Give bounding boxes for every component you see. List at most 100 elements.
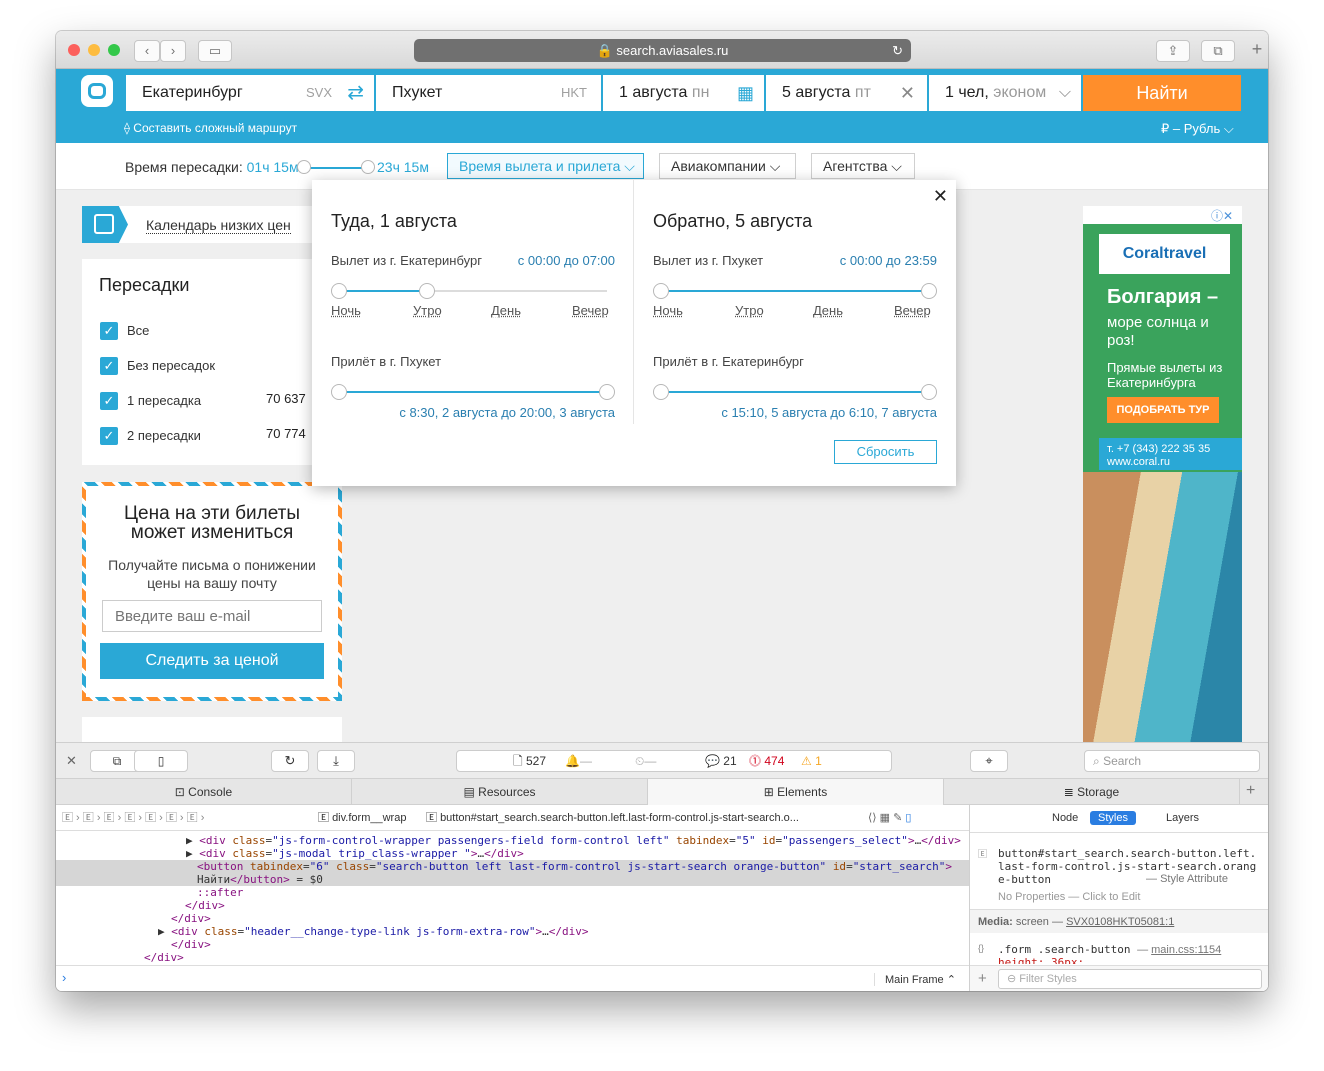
resources-tab[interactable]: ▤ Resources bbox=[352, 779, 648, 805]
crosshair-icon[interactable]: ⌖ bbox=[970, 750, 1008, 772]
resources-counter[interactable]: 🗋 527 bbox=[513, 751, 546, 771]
checkbox[interactable]: ✓ bbox=[100, 322, 118, 340]
rule-source[interactable]: main.css:1154 bbox=[1151, 944, 1221, 956]
frame-select[interactable]: Main Frame ⌃ bbox=[874, 973, 956, 986]
sidebar-toggle-icon[interactable]: ▭ bbox=[198, 40, 232, 62]
breadcrumb-div[interactable]: 🄴 div.form__wrap bbox=[318, 805, 406, 830]
forward-icon[interactable]: › bbox=[160, 40, 186, 62]
departure-time-filter-label: Время вылета и прилета bbox=[459, 158, 621, 174]
ad-cta-button[interactable]: ПОДОБРАТЬ ТУР bbox=[1107, 397, 1219, 423]
origin-field[interactable]: Екатеринбург SVX ⇄ bbox=[126, 75, 374, 111]
swap-icon[interactable]: ⇄ bbox=[347, 75, 364, 111]
close-inspector-icon[interactable]: ✕ bbox=[66, 753, 77, 769]
search-placeholder: Search bbox=[1103, 754, 1142, 768]
css-rule[interactable]: .form .search-button — main.css:1154 bbox=[998, 943, 1221, 957]
departure-max-handle[interactable] bbox=[419, 283, 436, 299]
no-properties-label[interactable]: No Properties — Click to Edit bbox=[998, 891, 1140, 903]
storage-tab[interactable]: ≣ Storage bbox=[944, 779, 1240, 805]
download-icon[interactable]: ⤓ bbox=[317, 750, 355, 772]
aviasales-logo-icon[interactable] bbox=[81, 75, 113, 107]
inspector-search[interactable]: ⌕ Search bbox=[1084, 750, 1260, 772]
dom-line-extra-row[interactable]: ▶ <div class="header__change-type-link j… bbox=[158, 925, 589, 938]
console-tab[interactable]: ⊡ Console bbox=[56, 779, 352, 805]
back-icon[interactable]: ‹ bbox=[134, 40, 160, 62]
day-part-label[interactable]: Утро bbox=[413, 303, 442, 318]
transfer-time-slider[interactable] bbox=[303, 167, 369, 169]
day-part-label[interactable]: Утро bbox=[735, 303, 764, 318]
day-part-label[interactable]: Ночь bbox=[331, 303, 361, 318]
departure-max-handle[interactable] bbox=[921, 283, 937, 299]
new-tab-icon[interactable]: + bbox=[1246, 39, 1268, 69]
search-button[interactable]: Найти bbox=[1083, 75, 1241, 111]
departure-min-handle[interactable] bbox=[331, 283, 347, 299]
day-part-label[interactable]: День bbox=[813, 303, 843, 318]
add-tab-icon[interactable]: + bbox=[1246, 782, 1255, 800]
dom-line-passengers[interactable]: ▶ <div class="js-form-control-wrapper pa… bbox=[186, 834, 961, 847]
day-part-label[interactable]: День bbox=[491, 303, 521, 318]
filter-styles-input[interactable]: ⊖ Filter Styles bbox=[998, 969, 1262, 989]
dom-line-after[interactable]: ::after bbox=[197, 886, 243, 899]
clear-return-icon[interactable]: ✕ bbox=[900, 75, 915, 111]
passengers-select[interactable]: 1 чел, эконом ⌵ bbox=[929, 75, 1081, 111]
warnings-counter[interactable]: ⚠ 1 bbox=[801, 751, 822, 771]
arrival-min-handle[interactable] bbox=[653, 384, 669, 400]
dom-line-modal[interactable]: ▶ <div class="js-modal trip_class-wrappe… bbox=[186, 847, 524, 860]
minimize-window-button[interactable] bbox=[88, 44, 100, 56]
zoom-window-button[interactable] bbox=[108, 44, 120, 56]
checkbox[interactable]: ✓ bbox=[100, 392, 118, 410]
transfer-max-handle[interactable] bbox=[361, 160, 375, 174]
media-source[interactable]: SVX0108HKT05081:1 bbox=[1066, 916, 1174, 928]
checkbox[interactable]: ✓ bbox=[100, 427, 118, 445]
complex-route-link[interactable]: ⟠ Составить сложный маршрут bbox=[124, 121, 297, 135]
sidebar-tab-layers[interactable]: Layers bbox=[1158, 811, 1207, 825]
close-window-button[interactable] bbox=[68, 44, 80, 56]
arrival-max-handle[interactable] bbox=[599, 384, 615, 400]
stops-option[interactable]: ✓ 1 пересадка 70 637 bbox=[100, 391, 310, 412]
return-weekday: пт bbox=[854, 84, 871, 101]
track-price-button[interactable]: Следить за ценой bbox=[100, 643, 324, 679]
destination-field[interactable]: Пхукет HKT bbox=[376, 75, 601, 111]
console-prompt[interactable]: › Main Frame ⌃ bbox=[56, 965, 969, 991]
add-rule-icon[interactable]: + bbox=[978, 970, 987, 987]
address-bar[interactable]: 🔒 search.aviasales.ru ↻ bbox=[414, 39, 911, 62]
results-area: Календарь низких цен Пересадки ✓ Все ✓ Без … bbox=[56, 180, 1268, 742]
low-price-calendar-link[interactable]: Календарь низких цен bbox=[82, 206, 312, 243]
breadcrumb-button[interactable]: 🄴 button#start_search.search-button.left… bbox=[426, 805, 799, 830]
day-part-label[interactable]: Вечер bbox=[572, 303, 609, 318]
share-icon[interactable]: ⇪ bbox=[1156, 40, 1190, 62]
messages-counter[interactable]: 💬 21 bbox=[705, 751, 737, 771]
departure-min-handle[interactable] bbox=[653, 283, 669, 299]
stops-option[interactable]: ✓ Все bbox=[100, 322, 310, 342]
elements-tab[interactable]: ⊞ Elements bbox=[648, 779, 944, 805]
tabs-overview-icon[interactable]: ⧉ bbox=[1201, 40, 1235, 62]
rule-property[interactable]: height: 36px; bbox=[998, 956, 1084, 964]
arrival-min-handle[interactable] bbox=[331, 384, 347, 400]
airlines-filter[interactable]: Авиакомпании ⌵ bbox=[659, 153, 796, 179]
stops-option[interactable]: ✓ 2 пересадки 70 774 bbox=[100, 426, 310, 447]
reload-icon[interactable]: ↻ bbox=[892, 39, 903, 62]
dock-side-icon[interactable]: ▯ bbox=[134, 750, 188, 772]
dom-line-selected-button[interactable]: <button tabindex="6" class="search-butto… bbox=[197, 860, 952, 886]
sidebar-tab-styles[interactable]: Styles bbox=[1090, 811, 1136, 825]
transfer-min-handle[interactable] bbox=[297, 160, 311, 174]
agencies-filter[interactable]: Агентства ⌵ bbox=[811, 153, 915, 179]
sidebar-tabs: Node Styles Layers bbox=[970, 805, 1268, 833]
reset-button[interactable]: Сбросить bbox=[834, 440, 937, 464]
checkbox[interactable]: ✓ bbox=[100, 357, 118, 375]
day-part-label[interactable]: Ночь bbox=[653, 303, 683, 318]
sidebar-tab-node[interactable]: Node bbox=[1044, 811, 1086, 825]
ad-banner[interactable]: ⓘ✕ Coraltravel Болгария – море солнца и … bbox=[1083, 206, 1242, 742]
toolbar-icons[interactable]: ⟨⟩ ▦ ✎ ▯ bbox=[868, 805, 911, 830]
stops-option[interactable]: ✓ Без пересадок bbox=[100, 357, 310, 377]
day-part-label[interactable]: Вечер bbox=[894, 303, 931, 318]
calendar-icon[interactable]: ▦ bbox=[737, 75, 754, 111]
email-field[interactable] bbox=[102, 600, 322, 632]
arrival-max-handle[interactable] bbox=[921, 384, 937, 400]
currency-select[interactable]: ₽ – Рубль ⌵ bbox=[1161, 121, 1234, 137]
depart-date-field[interactable]: 1 августа пн ▦ bbox=[603, 75, 764, 111]
ad-info-icon[interactable]: ⓘ✕ bbox=[1211, 207, 1233, 224]
departure-time-filter[interactable]: Время вылета и прилета ⌵ bbox=[447, 153, 644, 179]
errors-counter[interactable]: ⓵ 474 bbox=[749, 751, 784, 771]
reload-icon[interactable]: ↻ bbox=[271, 750, 309, 772]
return-date-field[interactable]: 5 августа пт ✕ bbox=[766, 75, 927, 111]
